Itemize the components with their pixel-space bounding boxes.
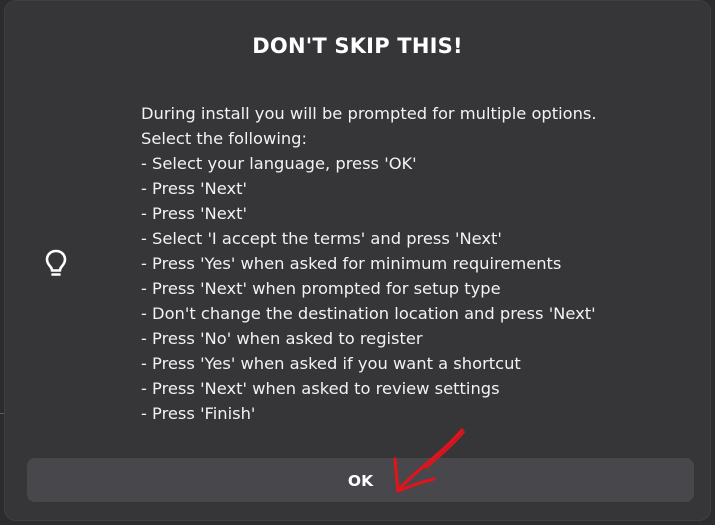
message-line: - Press 'Yes' when asked if you want a s… (141, 354, 521, 373)
message-line: - Press 'Next' when prompted for setup t… (141, 279, 501, 298)
ok-button[interactable]: OK (27, 458, 694, 502)
dialog-title: DON'T SKIP THIS! (252, 34, 463, 58)
message-line: - Press 'Next' when asked to review sett… (141, 379, 500, 398)
message-line: - Press 'Next' (141, 179, 247, 198)
message-line: Select the following: (141, 129, 307, 148)
message-line: During install you will be prompted for … (141, 104, 597, 123)
message-line: - Press 'No' when asked to register (141, 329, 423, 348)
message-line: - Press 'Next' (141, 204, 247, 223)
message-line: - Select 'I accept the terms' and press … (141, 229, 502, 248)
message-line: - Select your language, press 'OK' (141, 154, 417, 173)
message-line: - Press 'Yes' when asked for minimum req… (141, 254, 562, 273)
message-line: - Press 'Finish' (141, 404, 256, 423)
lightbulb-icon (45, 249, 67, 276)
dialog-message: During install you will be prompted for … (141, 101, 681, 426)
message-line: - Don't change the destination location … (141, 304, 596, 323)
ok-button-label: OK (347, 472, 374, 490)
